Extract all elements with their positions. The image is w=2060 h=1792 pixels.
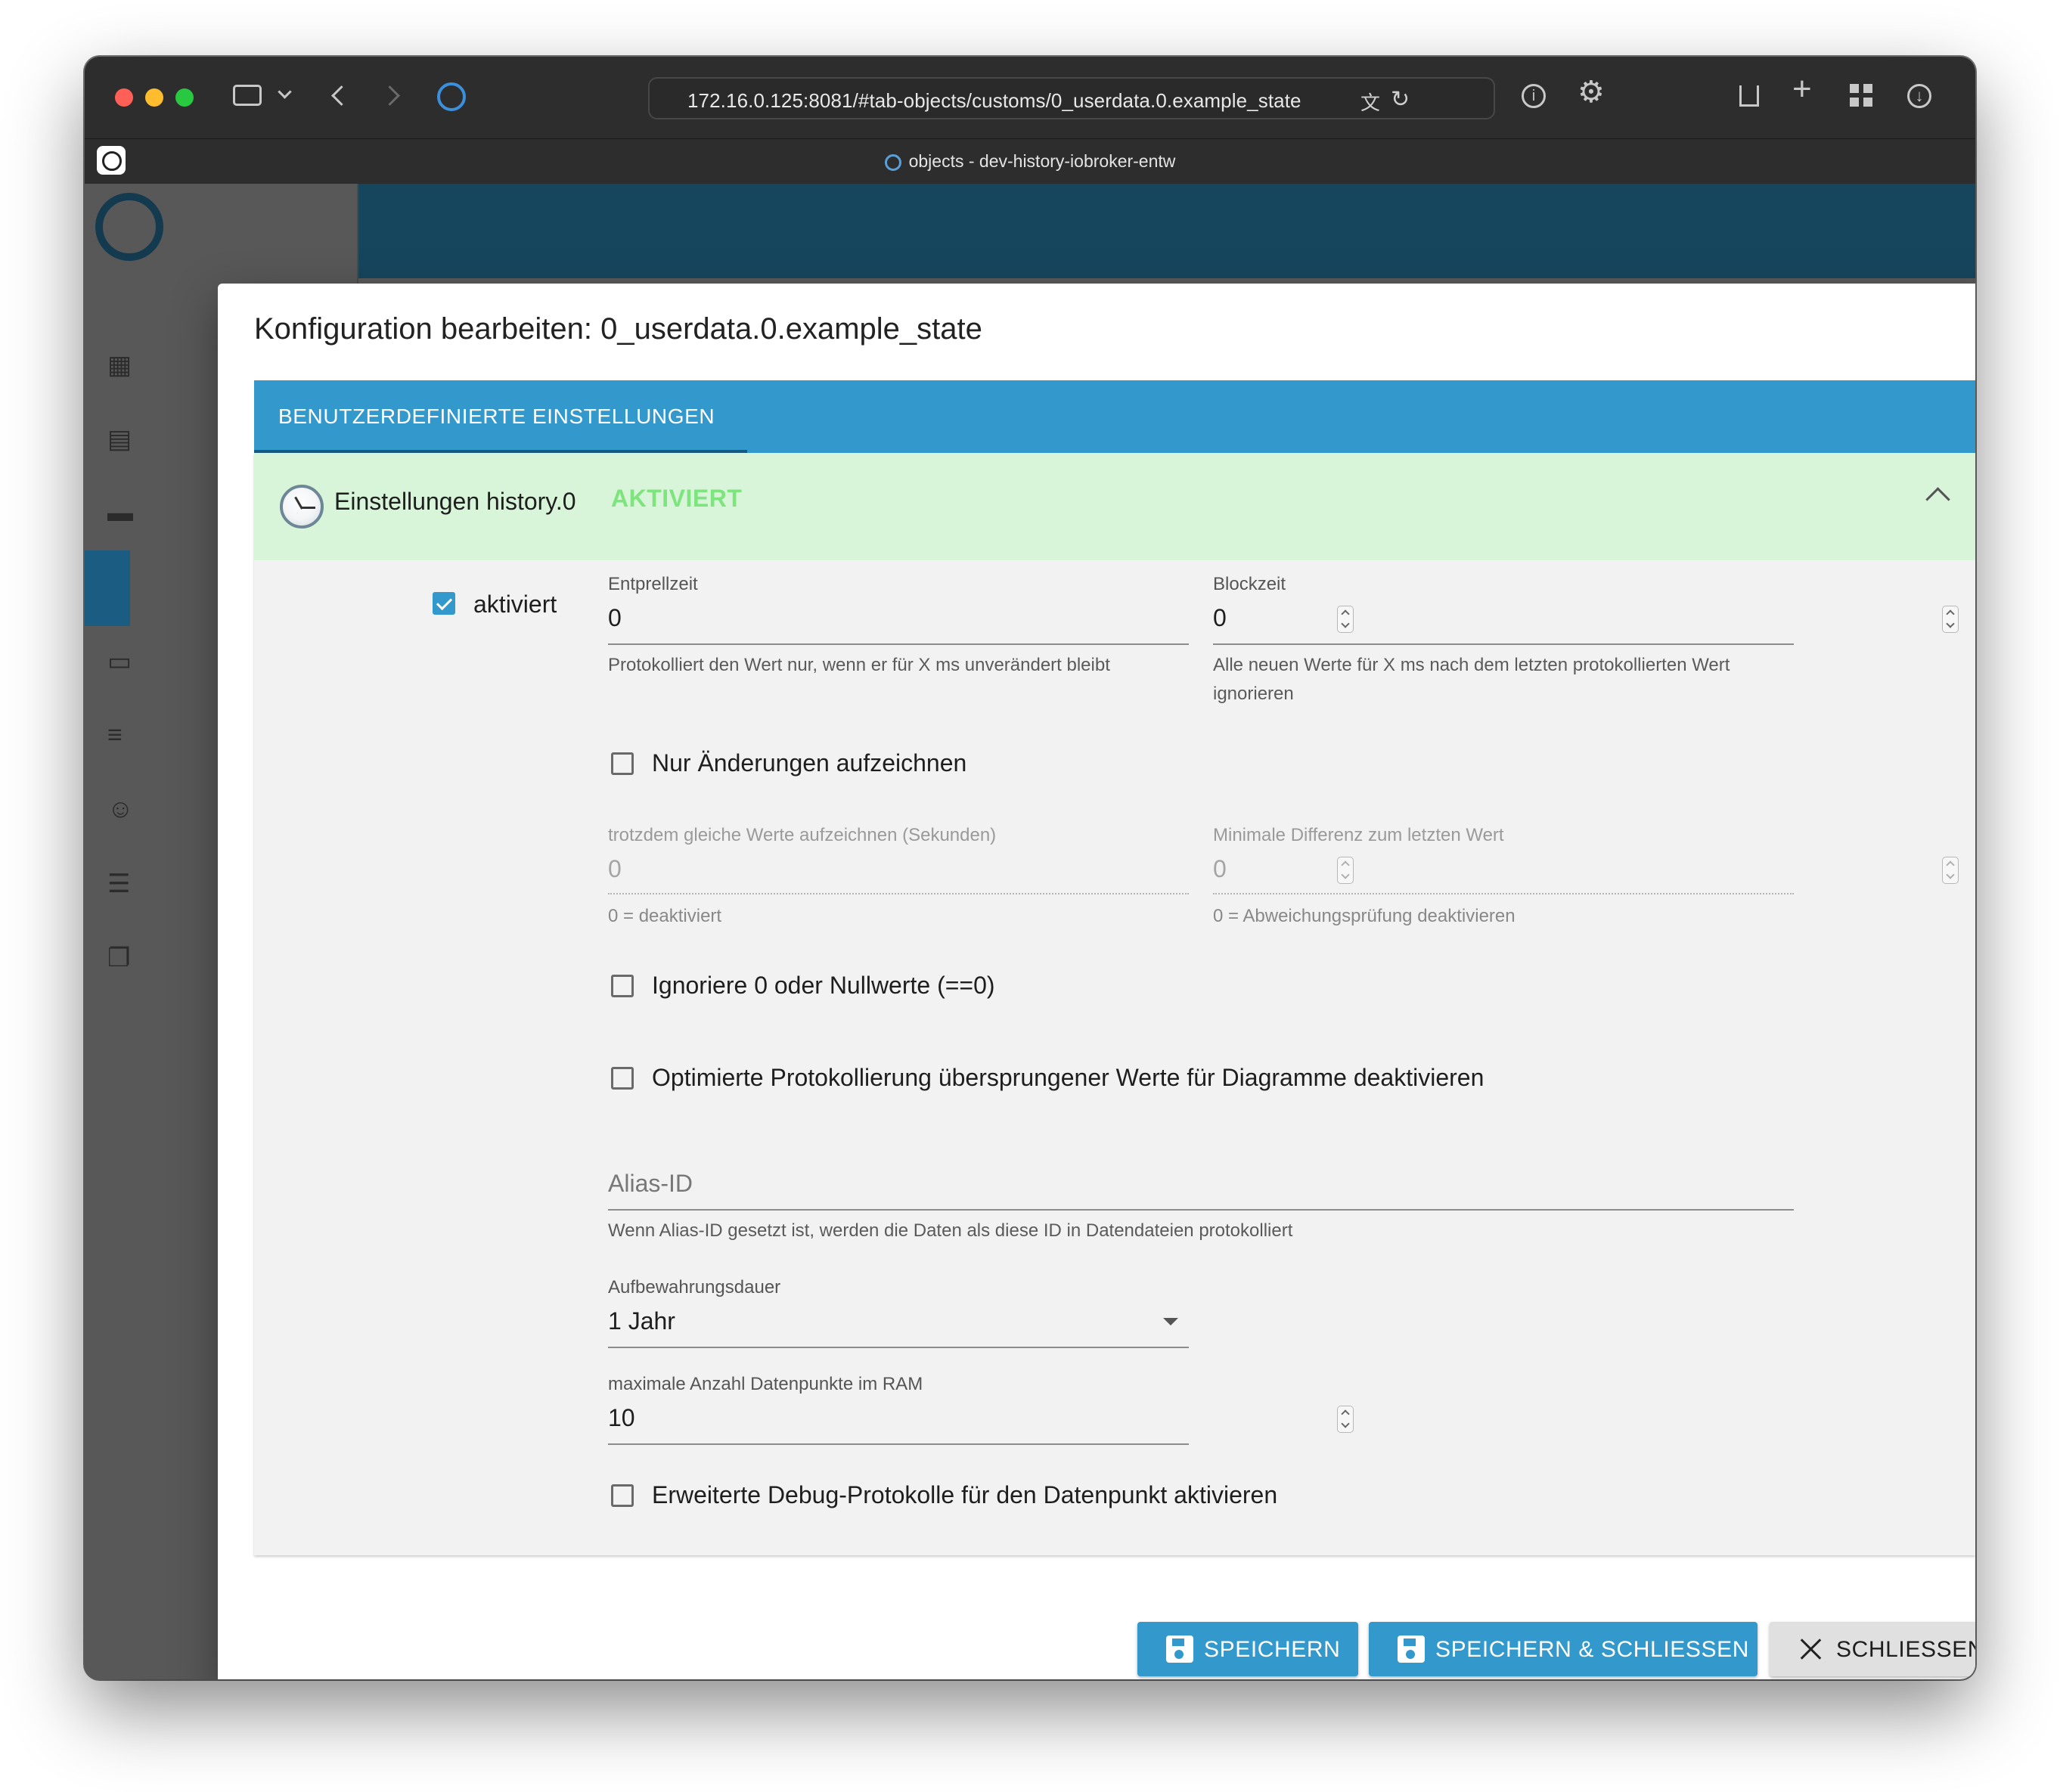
- accordion-header-history[interactable]: Einstellungen history.0 AKTIVIERT: [254, 453, 1975, 560]
- blocktime-help-line2: ignorieren: [1213, 684, 1294, 704]
- browser-tab-bar: objects - dev-history-iobroker-entw: [85, 138, 1975, 184]
- min-delta-label: Minimale Differenz zum letzten Wert: [1213, 825, 1504, 845]
- gear-icon[interactable]: ⚙: [1578, 77, 1605, 107]
- download-icon[interactable]: ↓: [1907, 84, 1931, 108]
- retention-select[interactable]: 1 Jahr: [608, 1307, 675, 1335]
- debounce-help: Protokolliert den Wert nur, wenn er für …: [608, 655, 1110, 675]
- password-manager-icon[interactable]: [437, 82, 466, 111]
- browser-tab[interactable]: objects - dev-history-iobroker-entw: [85, 151, 1975, 172]
- back-icon[interactable]: [331, 85, 352, 106]
- tab-title: objects - dev-history-iobroker-entw: [908, 151, 1176, 171]
- sidebar-toggle-icon[interactable]: [233, 85, 262, 106]
- changes-only-label: Nur Änderungen aufzeichnen: [652, 749, 967, 777]
- accordion-title: Einstellungen history.0: [334, 488, 576, 515]
- save-icon: [1166, 1635, 1193, 1663]
- min-delta-underline: [1213, 893, 1794, 894]
- alias-underline: [608, 1209, 1794, 1211]
- min-delta-spinner: [1942, 857, 1959, 884]
- files-icon[interactable]: ❐: [107, 943, 133, 972]
- chevron-down-icon[interactable]: [278, 85, 292, 99]
- tab-custom-settings[interactable]: BENUTZERDEFINIERTE EINSTELLUNGEN: [254, 380, 747, 453]
- dialog-title: Konfiguration bearbeiten: 0_userdata.0.e…: [254, 312, 982, 346]
- debounce-input[interactable]: 0: [608, 604, 622, 632]
- blocktime-help-line1: Alle neuen Werte für X ms nach dem letzt…: [1213, 655, 1730, 675]
- iobroker-logo-icon: [95, 193, 163, 261]
- max-length-input[interactable]: 10: [608, 1404, 635, 1432]
- changes-relog-spinner: [1337, 857, 1354, 884]
- close-button[interactable]: SCHLIESSEN: [1770, 1622, 1975, 1676]
- dialog-tabs: BENUTZERDEFINIERTE EINSTELLUNGEN: [254, 380, 1975, 453]
- min-delta-help: 0 = Abweichungsprüfung deaktivieren: [1213, 906, 1516, 926]
- settings-panel: Einstellungen history.0 AKTIVIERT aktivi…: [254, 453, 1975, 1555]
- minimize-window-button[interactable]: [145, 88, 163, 107]
- max-length-underline: [608, 1443, 1189, 1445]
- blocktime-underline: [1213, 643, 1794, 645]
- debounce-label: Entprellzeit: [608, 574, 698, 594]
- reload-icon[interactable]: ↻: [1391, 86, 1410, 113]
- save-and-close-button-label: SPEICHERN & SCHLIESSEN: [1435, 1637, 1749, 1662]
- edit-config-dialog: Konfiguration bearbeiten: 0_userdata.0.e…: [218, 284, 1975, 1679]
- disable-skipped-label: Optimierte Protokollierung übersprungene…: [652, 1064, 1485, 1091]
- changes-relog-label: trotzdem gleiche Werte aufzeichnen (Seku…: [608, 825, 997, 845]
- hosts-icon[interactable]: ☰: [107, 869, 133, 898]
- dropdown-arrow-icon[interactable]: [1163, 1318, 1178, 1325]
- changes-relog-input: 0: [608, 855, 622, 882]
- close-button-label: SCHLIESSEN: [1836, 1637, 1975, 1662]
- instances-icon[interactable]: ▬: [107, 498, 133, 527]
- blocktime-input[interactable]: 0: [1213, 604, 1227, 632]
- changes-only-checkbox[interactable]: [611, 752, 634, 775]
- chevron-up-icon[interactable]: [1925, 487, 1950, 512]
- alias-help: Wenn Alias-ID gesetzt ist, werden die Da…: [608, 1220, 1293, 1241]
- browser-toolbar: 172.16.0.125:8081/#tab-objects/customs/0…: [85, 57, 1975, 138]
- zoom-window-button[interactable]: [175, 88, 194, 107]
- debounce-spinner[interactable]: [1337, 606, 1354, 633]
- save-button[interactable]: SPEICHERN: [1137, 1622, 1358, 1676]
- close-icon: [1798, 1635, 1824, 1661]
- tab-label: BENUTZERDEFINIERTE EINSTELLUNGEN: [278, 405, 715, 428]
- enums-icon[interactable]: ▭: [107, 646, 133, 676]
- blocktime-label: Blockzeit: [1213, 574, 1286, 594]
- ignore-zero-checkbox[interactable]: [611, 975, 634, 997]
- enabled-label: aktiviert: [473, 591, 557, 618]
- translate-icon[interactable]: 文: [1360, 88, 1380, 116]
- close-window-button[interactable]: [115, 88, 133, 107]
- disable-skipped-checkbox[interactable]: [611, 1067, 634, 1090]
- max-length-spinner[interactable]: [1337, 1406, 1354, 1433]
- min-delta-input: 0: [1213, 855, 1227, 882]
- app-header: [358, 184, 1975, 278]
- alias-input[interactable]: Alias-ID: [608, 1170, 693, 1198]
- forward-icon[interactable]: [380, 85, 400, 106]
- blocktime-spinner[interactable]: [1942, 606, 1959, 633]
- url-text: 172.16.0.125:8081/#tab-objects/customs/0…: [687, 89, 1301, 112]
- share-icon[interactable]: [1739, 85, 1759, 107]
- user-icon[interactable]: ☺: [107, 795, 134, 823]
- ignore-zero-label: Ignoriere 0 oder Nullwerte (==0): [652, 972, 995, 999]
- info-icon[interactable]: i: [1522, 84, 1546, 108]
- save-icon: [1398, 1635, 1425, 1663]
- store-icon[interactable]: ▤: [107, 424, 133, 454]
- logs-icon[interactable]: ≡: [107, 721, 133, 749]
- tab-overview-icon[interactable]: [1850, 84, 1872, 107]
- iobroker-favicon-icon: [884, 154, 901, 171]
- retention-underline: [608, 1347, 1189, 1348]
- debug-checkbox[interactable]: [611, 1484, 634, 1507]
- objects-icon[interactable]: ▦: [107, 572, 133, 602]
- enabled-checkbox[interactable]: [433, 592, 455, 615]
- debug-label: Erweiterte Debug-Protokolle für den Date…: [652, 1481, 1278, 1508]
- retention-label: Aufbewahrungsdauer: [608, 1277, 781, 1297]
- max-length-label: maximale Anzahl Datenpunkte im RAM: [608, 1374, 923, 1394]
- save-button-label: SPEICHERN: [1204, 1637, 1341, 1662]
- grid-icon[interactable]: ▦: [107, 350, 133, 380]
- browser-window: 172.16.0.125:8081/#tab-objects/customs/0…: [85, 57, 1975, 1679]
- changes-relog-help: 0 = deaktiviert: [608, 906, 722, 926]
- debounce-underline: [608, 643, 1189, 645]
- changes-relog-underline: [608, 893, 1189, 894]
- save-and-close-button[interactable]: SPEICHERN & SCHLIESSEN: [1369, 1622, 1758, 1676]
- new-tab-icon[interactable]: +: [1792, 73, 1812, 106]
- address-bar[interactable]: 172.16.0.125:8081/#tab-objects/customs/0…: [648, 77, 1495, 119]
- status-badge: AKTIVIERT: [611, 485, 743, 512]
- clock-icon: [280, 485, 324, 529]
